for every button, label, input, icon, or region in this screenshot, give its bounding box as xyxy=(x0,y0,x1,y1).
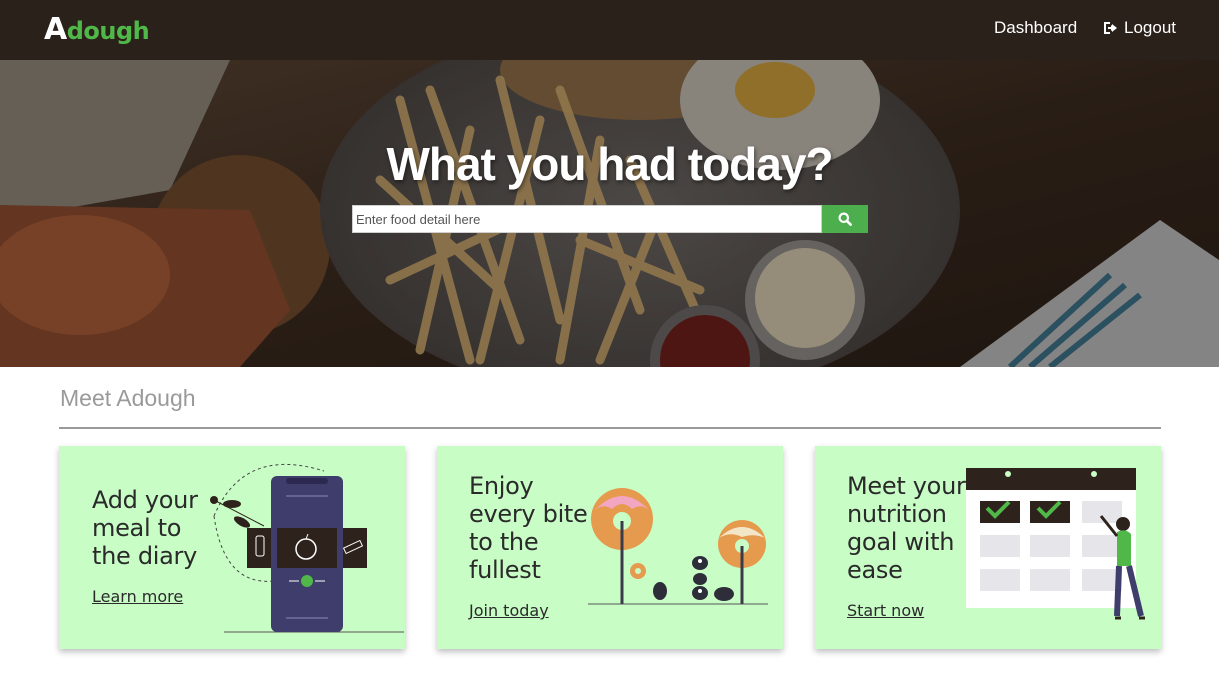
start-now-link[interactable]: Start now xyxy=(847,601,924,621)
learn-more-link[interactable]: Learn more xyxy=(92,587,183,607)
navbar: Adough Dashboard Logout xyxy=(0,0,1219,60)
phone-meal-illustration xyxy=(210,464,404,633)
nav-dashboard-link[interactable]: Dashboard xyxy=(994,18,1077,38)
search-button[interactable] xyxy=(822,205,868,233)
food-search-input[interactable] xyxy=(352,205,822,233)
card-title: Enjoy every bite to the fullest xyxy=(469,472,588,584)
section-title: Meet Adough xyxy=(60,385,196,411)
calendar-goal-illustration xyxy=(966,468,1145,620)
feature-card-diary: Add your meal to the diary Learn more xyxy=(59,446,405,649)
search-icon xyxy=(838,212,852,226)
search-bar xyxy=(352,205,868,233)
logout-label: Logout xyxy=(1124,18,1176,37)
section-divider xyxy=(59,427,1161,429)
feature-card-enjoy: Enjoy every bite to the fullest Join tod… xyxy=(437,446,783,649)
nav-logout-link[interactable]: Logout xyxy=(1103,18,1176,38)
logo[interactable]: Adough xyxy=(44,13,150,48)
card-title: Meet your nutrition goal with ease xyxy=(847,472,966,584)
hero-title: What you had today? xyxy=(386,138,833,190)
donuts-illustration xyxy=(588,488,768,605)
card-title: Add your meal to the diary xyxy=(92,486,198,570)
feature-card-goal: Meet your nutrition goal with ease Start… xyxy=(815,446,1161,649)
logout-icon xyxy=(1104,22,1117,34)
hero-banner: What you had today? xyxy=(0,60,1219,367)
join-today-link[interactable]: Join today xyxy=(469,601,549,621)
